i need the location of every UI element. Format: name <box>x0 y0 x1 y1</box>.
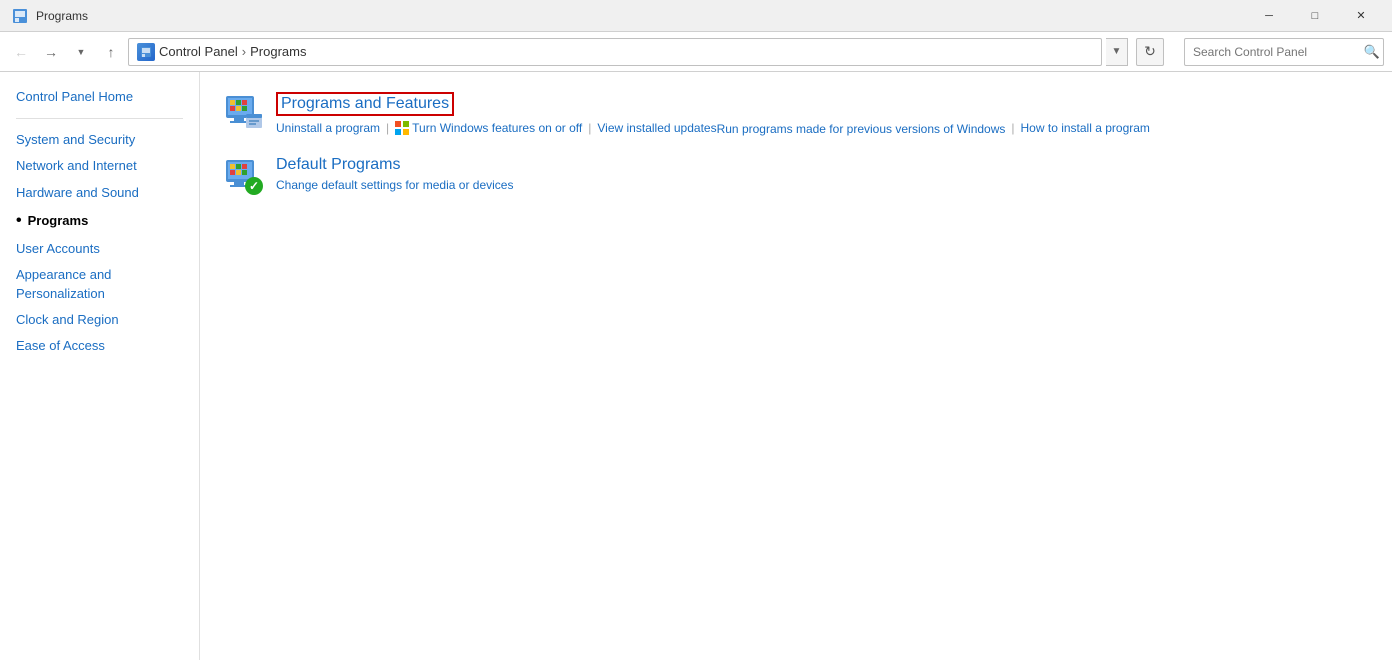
sidebar-item-appearance-and-personalization[interactable]: Appearance and Personalization <box>0 262 199 306</box>
refresh-button[interactable]: ↻ <box>1136 38 1164 66</box>
sidebar-item-clock-and-region[interactable]: Clock and Region <box>0 307 199 333</box>
programs-features-svg <box>224 92 264 132</box>
address-dropdown-button[interactable]: ▼ <box>1106 38 1128 66</box>
address-bar: ← → ▼ ↑ Control Panel › Programs ▼ ↻ 🔍 <box>0 32 1392 72</box>
programs-and-features-title[interactable]: Programs and Features <box>276 92 454 116</box>
run-programs-previous-link[interactable]: Run programs made for previous versions … <box>717 122 1006 136</box>
default-programs-svg: ✓ <box>224 156 264 196</box>
svg-text:✓: ✓ <box>249 179 259 193</box>
search-button[interactable]: 🔍 <box>1364 44 1380 60</box>
up-button[interactable]: ↑ <box>98 39 124 65</box>
window-icon <box>12 8 28 24</box>
main-layout: Control Panel Home System and Security N… <box>0 72 1392 660</box>
default-programs-icon: ✓ <box>224 156 264 196</box>
category-default-programs: ✓ Default Programs Change default settin… <box>224 156 1368 196</box>
windows-features-icon <box>395 121 409 136</box>
view-installed-updates-link[interactable]: View installed updates <box>597 121 716 135</box>
uninstall-program-link[interactable]: Uninstall a program <box>276 121 380 135</box>
sidebar-item-programs: Programs <box>0 206 199 236</box>
forward-button[interactable]: → <box>38 39 64 65</box>
sidebar: Control Panel Home System and Security N… <box>0 72 200 660</box>
breadcrumb-programs[interactable]: Programs <box>250 44 306 59</box>
programs-features-icon <box>224 92 264 132</box>
search-input[interactable] <box>1184 38 1384 66</box>
sidebar-item-user-accounts[interactable]: User Accounts <box>0 236 199 262</box>
window-controls: ─ □ ✕ <box>1246 0 1384 32</box>
turn-windows-features-link[interactable]: Turn Windows features on or off <box>412 121 582 135</box>
breadcrumb-control-panel[interactable]: Control Panel <box>159 44 238 59</box>
sidebar-item-system-and-security[interactable]: System and Security <box>0 127 199 153</box>
sidebar-item-hardware-and-sound[interactable]: Hardware and Sound <box>0 180 199 206</box>
breadcrumb-icon <box>137 43 155 61</box>
default-programs-links: Change default settings for media or dev… <box>276 178 513 192</box>
minimize-button[interactable]: ─ <box>1246 0 1292 32</box>
window-title: Programs <box>36 9 88 23</box>
title-bar: Programs ─ □ ✕ <box>0 0 1392 32</box>
back-button[interactable]: ← <box>8 39 34 65</box>
sidebar-item-network-and-internet[interactable]: Network and Internet <box>0 153 199 179</box>
sidebar-divider-1 <box>16 118 183 119</box>
content-area: Programs and Features Uninstall a progra… <box>200 72 1392 660</box>
default-programs-details: Default Programs Change default settings… <box>276 156 513 192</box>
control-panel-icon <box>140 46 152 58</box>
default-programs-title[interactable]: Default Programs <box>276 156 513 174</box>
address-field[interactable]: Control Panel › Programs <box>128 38 1102 66</box>
maximize-button[interactable]: □ <box>1292 0 1338 32</box>
change-default-settings-link[interactable]: Change default settings for media or dev… <box>276 178 513 192</box>
sidebar-item-ease-of-access[interactable]: Ease of Access <box>0 333 199 359</box>
search-box-wrap: 🔍 <box>1176 38 1384 66</box>
programs-features-details: Programs and Features Uninstall a progra… <box>276 92 1150 136</box>
category-programs-and-features: Programs and Features Uninstall a progra… <box>224 92 1368 136</box>
how-to-install-link[interactable]: How to install a program <box>1021 121 1150 135</box>
dropdown-recent-button[interactable]: ▼ <box>68 39 94 65</box>
close-button[interactable]: ✕ <box>1338 0 1384 32</box>
sidebar-item-control-panel-home[interactable]: Control Panel Home <box>0 84 199 110</box>
programs-features-links: Uninstall a program | Turn Windows featu… <box>276 120 1150 136</box>
